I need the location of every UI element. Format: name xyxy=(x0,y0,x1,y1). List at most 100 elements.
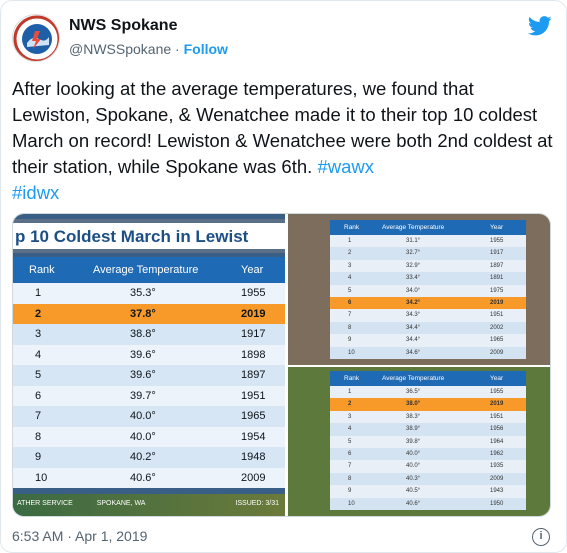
cell-temp: 35.3° xyxy=(130,287,156,299)
table-row: 3 38.8° 1917 xyxy=(13,324,285,345)
cell-year: 1917 xyxy=(241,328,266,340)
cell-year: 1955 xyxy=(490,389,504,395)
table-row: 8 40.0° 1954 xyxy=(13,426,285,447)
cell-temp: 40.5° xyxy=(406,488,421,495)
cell-year: 1955 xyxy=(490,238,504,244)
cell-temp: 38.9° xyxy=(406,426,421,433)
cell-year: 1951 xyxy=(490,312,504,319)
cell-year: 1897 xyxy=(241,369,266,381)
account-name[interactable]: NWS Spokane xyxy=(69,17,177,35)
cell-year: 1975 xyxy=(490,287,504,294)
table-body: 1 35.3° 1955 2 37.8° 2019 3 38.8° 1917 4 39.6° 1… xyxy=(13,283,285,488)
header-year: Year xyxy=(490,375,504,382)
header-year: Year xyxy=(490,224,504,231)
cell-rank: 9 xyxy=(348,337,352,344)
cell-temp: 31.1° xyxy=(406,238,421,244)
cell-temp: 34.4° xyxy=(406,337,421,344)
table-row: 6 39.7° 1951 xyxy=(13,385,285,406)
follow-button[interactable]: Follow xyxy=(184,41,228,57)
cell-year: 1951 xyxy=(241,389,266,402)
cell-rank: 2 xyxy=(348,401,352,408)
table-row: 2 32.7° 1917 xyxy=(330,247,526,260)
cell-rank: 9 xyxy=(348,488,352,495)
image-spokane[interactable]: Rank Average Temperature Year 1 31.1° 1955… xyxy=(288,214,550,365)
cell-year: 2009 xyxy=(490,349,504,356)
cell-year: 1964 xyxy=(490,438,504,445)
table-header: Rank Average Temperature Year xyxy=(13,257,285,283)
cell-temp: 32.7° xyxy=(406,250,421,257)
cell-year: 1956 xyxy=(490,426,504,433)
table-row: 5 39.6° 1897 xyxy=(13,365,285,386)
cell-rank: 6 xyxy=(348,450,352,457)
table-row: 10 40.6° 2009 xyxy=(13,467,285,488)
header-year: Year xyxy=(241,264,264,276)
cell-rank: 1 xyxy=(348,389,352,395)
cell-year: 2009 xyxy=(241,471,266,484)
cell-rank: 5 xyxy=(348,287,352,294)
table-row: 1 31.1° 1955 xyxy=(330,235,526,247)
cell-temp: 32.9° xyxy=(406,262,421,269)
table-header: Rank Average Temperature Year xyxy=(330,220,526,235)
cell-temp: 36.5° xyxy=(406,389,421,395)
header-temp: Average Temperature xyxy=(93,264,199,276)
cell-rank: 4 xyxy=(35,348,42,361)
cell-year: 1954 xyxy=(241,430,266,443)
cell-year: 1950 xyxy=(490,500,504,507)
table-row: 10 34.6° 2009 xyxy=(330,346,526,359)
cell-year: 1955 xyxy=(241,287,266,299)
separator: · xyxy=(175,41,180,57)
cell-rank: 4 xyxy=(348,275,352,282)
table-row: 8 34.4° 2002 xyxy=(330,321,526,335)
cell-year: 1943 xyxy=(490,488,504,495)
cell-temp: 40.0° xyxy=(406,463,421,470)
table-row: 8 40.3° 2009 xyxy=(330,472,526,486)
header-temp: Average Temperature xyxy=(382,224,445,231)
cell-rank: 10 xyxy=(348,500,355,507)
cell-year: 1935 xyxy=(490,463,504,470)
hashtag-idwx[interactable]: #idwx xyxy=(12,182,59,203)
avatar[interactable] xyxy=(12,14,60,62)
cell-year: 1898 xyxy=(241,348,266,361)
cell-rank: 2 xyxy=(35,307,42,320)
tweet-timestamp[interactable]: 6:53 AM · Apr 1, 2019 xyxy=(12,528,147,544)
cell-rank: 3 xyxy=(348,262,352,269)
table-row: 10 40.6° 1950 xyxy=(330,497,526,510)
twitter-bird-icon[interactable] xyxy=(528,15,552,37)
media-grid[interactable]: p 10 Coldest March in Lewist Rank Averag… xyxy=(12,213,551,517)
cell-temp: 39.6° xyxy=(130,369,156,381)
header-rank: Rank xyxy=(29,264,55,276)
account-handle[interactable]: @NWSSpokane xyxy=(69,41,171,57)
cell-year: 1948 xyxy=(241,451,266,463)
image-lewiston[interactable]: p 10 Coldest March in Lewist Rank Averag… xyxy=(13,214,285,516)
cell-rank: 7 xyxy=(348,312,352,319)
tweet-text: After looking at the average temperature… xyxy=(12,76,557,206)
cell-year: 1951 xyxy=(490,413,504,420)
cell-temp: 39.8° xyxy=(406,438,421,445)
cell-rank: 3 xyxy=(35,328,42,340)
cell-rank: 8 xyxy=(35,430,42,443)
cell-rank: 6 xyxy=(35,389,42,402)
cell-year: 2019 xyxy=(241,307,266,320)
tweet-card: NWS Spokane @NWSSpokane · Follow After l… xyxy=(0,0,567,553)
cell-year: 2009 xyxy=(490,475,504,482)
table-row: 7 40.0° 1965 xyxy=(13,406,285,427)
cell-temp: 40.2° xyxy=(130,451,156,463)
table-row: 1 36.5° 1955 xyxy=(330,386,526,398)
cell-rank: 2 xyxy=(348,250,352,257)
cell-rank: 8 xyxy=(348,324,352,331)
table-row: 1 35.3° 1955 xyxy=(13,283,285,304)
cell-temp: 34.0° xyxy=(406,287,421,294)
cell-rank: 5 xyxy=(35,369,42,381)
hashtag-wawx[interactable]: #wawx xyxy=(317,156,374,177)
cell-temp: 34.3° xyxy=(406,312,421,319)
cell-rank: 7 xyxy=(348,463,352,470)
header-rank: Rank xyxy=(344,375,360,382)
table-row: 7 40.0° 1935 xyxy=(330,460,526,472)
cell-rank: 3 xyxy=(348,413,352,420)
table-row: 9 40.5° 1943 xyxy=(330,485,526,497)
cell-rank: 4 xyxy=(348,426,352,433)
image-wenatchee[interactable]: Rank Average Temperature Year 1 36.5° 1955… xyxy=(288,367,550,516)
mini-table: Rank Average Temperature Year 1 31.1° 1955… xyxy=(330,220,526,359)
cell-temp: 40.6° xyxy=(406,500,421,507)
info-icon[interactable]: i xyxy=(532,528,550,546)
